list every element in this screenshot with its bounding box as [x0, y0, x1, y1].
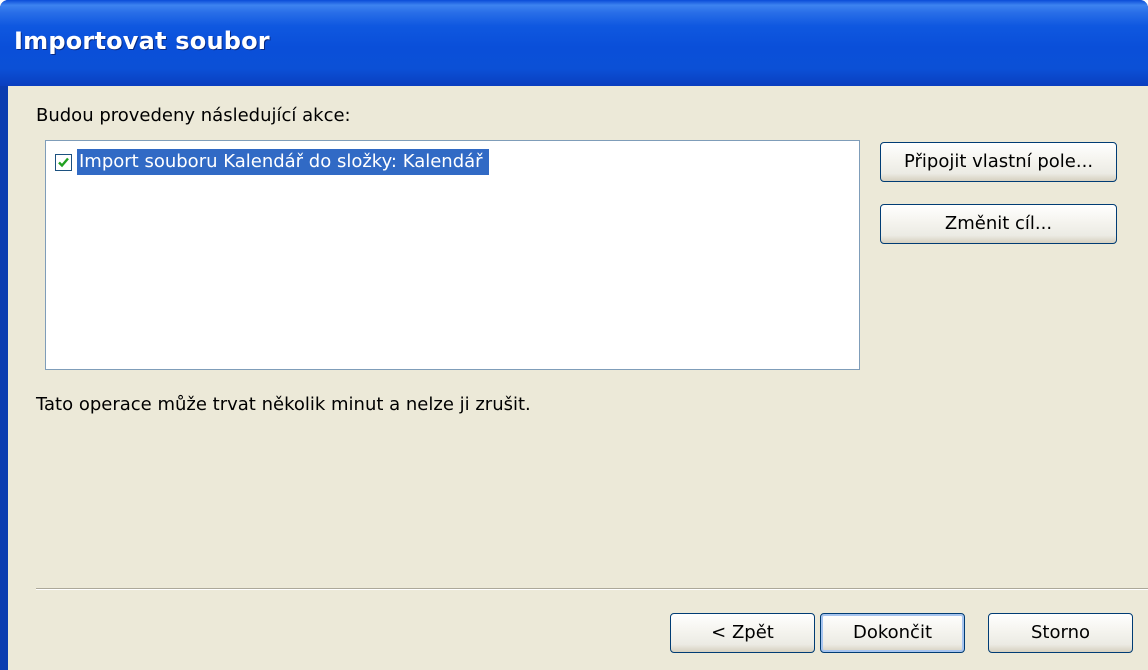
finish-button[interactable]: Dokončit: [820, 613, 965, 653]
actions-listbox[interactable]: Import souboru Kalendář do složky: Kalen…: [45, 140, 860, 370]
actions-label: Budou provedeny následující akce:: [36, 105, 351, 126]
dialog-body: Budou provedeny následující akce: Import…: [8, 86, 1148, 670]
action-item-label: Import souboru Kalendář do složky: Kalen…: [77, 149, 489, 175]
window-title: Importovat soubor: [14, 27, 270, 55]
title-bar[interactable]: Importovat soubor: [0, 0, 1148, 86]
cancel-button[interactable]: Storno: [988, 613, 1133, 653]
change-destination-button[interactable]: Změnit cíl...: [880, 204, 1117, 244]
list-item[interactable]: Import souboru Kalendář do složky: Kalen…: [55, 148, 489, 176]
info-text: Tato operace může trvat několik minut a …: [36, 394, 531, 415]
back-button[interactable]: < Zpět: [670, 613, 815, 653]
action-checkbox[interactable]: [55, 153, 72, 171]
import-file-dialog: Importovat soubor Budou provedeny násled…: [0, 0, 1148, 670]
footer-separator: [36, 588, 1148, 590]
map-custom-fields-button[interactable]: Připojit vlastní pole...: [880, 142, 1117, 182]
checkmark-icon: [58, 157, 69, 167]
